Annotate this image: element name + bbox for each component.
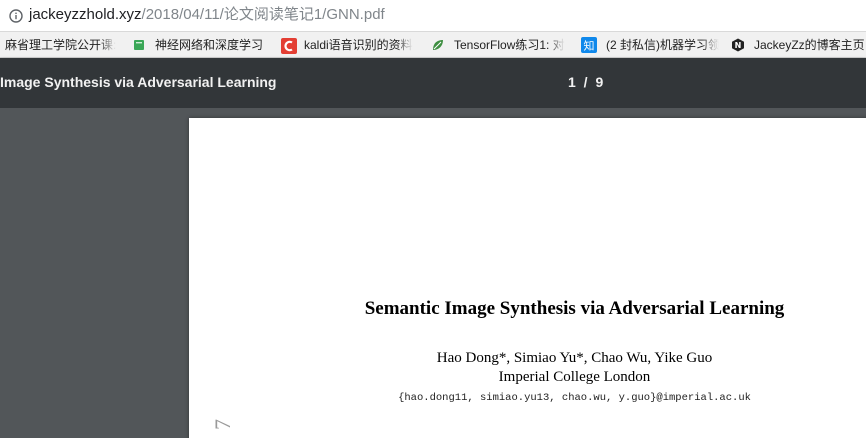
bookmark-label: (2 封私信)机器学习领	[606, 38, 719, 52]
paper-authors: Hao Dong*, Simiao Yu*, Chao Wu, Yike Guo	[436, 350, 713, 366]
green-book-icon	[132, 38, 146, 52]
pdf-viewer[interactable]: Semantic Image Synthesis via Adversarial…	[0, 108, 866, 438]
paper-email: {hao.dong11, simiao.yu13, chao.wu, y.guo…	[398, 392, 751, 404]
pdf-document-title: Image Synthesis via Adversarial Learning	[0, 74, 277, 90]
csdn-icon	[281, 37, 297, 54]
bookmark-label: kaldi语音识别的资料	[304, 38, 413, 52]
bookmark-label: 神经网络和深度学习	[155, 38, 264, 52]
url-text[interactable]: jackeyzzhold.xyz/2018/04/11/论文阅读笔记1/GNN.…	[29, 5, 385, 25]
pdf-toolbar: Image Synthesis via Adversarial Learning…	[0, 58, 866, 108]
pdf-page[interactable]: Semantic Image Synthesis via Adversarial…	[189, 118, 866, 438]
paper-affiliation: Imperial College London	[498, 369, 651, 385]
bookmark-mit-open-course[interactable]: 麻省理工学院公开课:	[5, 32, 120, 57]
bookmark-label: 麻省理工学院公开课:	[5, 38, 117, 52]
bookmark-zhihu[interactable]: 知 (2 封私信)机器学习领	[581, 32, 719, 57]
bookmark-label: JackeyZz的博客主页	[754, 38, 865, 52]
hexagon-n-icon: N	[731, 38, 745, 52]
bookmark-tensorflow[interactable]: TensorFlow练习1: 对	[431, 32, 569, 57]
bookmark-jackeyzz-blog[interactable]: N JackeyZz的博客主页	[731, 32, 866, 57]
url-host: jackeyzzhold.xyz	[29, 6, 142, 23]
bookmark-label: TensorFlow练习1: 对	[454, 38, 565, 52]
url-path: /2018/04/11/论文阅读笔记1/GNN.pdf	[141, 6, 385, 23]
bookmark-neural-networks[interactable]: 神经网络和深度学习	[132, 32, 266, 57]
bookmark-kaldi[interactable]: kaldi语音识别的资料	[281, 32, 416, 57]
address-bar[interactable]: jackeyzzhold.xyz/2018/04/11/论文阅读笔记1/GNN.…	[0, 0, 866, 32]
arxiv-side-stamp: 7	[210, 419, 235, 430]
svg-text:N: N	[735, 41, 742, 50]
page-indicator[interactable]: 1 / 9	[568, 74, 605, 90]
svg-text:知: 知	[584, 38, 595, 52]
info-icon[interactable]	[9, 8, 23, 23]
leaf-icon	[431, 38, 445, 52]
bookmarks-bar: 麻省理工学院公开课: 神经网络和深度学习 kaldi语音识别的资料 Tensor…	[0, 32, 866, 58]
paper-title: Semantic Image Synthesis via Adversarial…	[364, 298, 785, 319]
zhihu-icon: 知	[581, 36, 597, 53]
